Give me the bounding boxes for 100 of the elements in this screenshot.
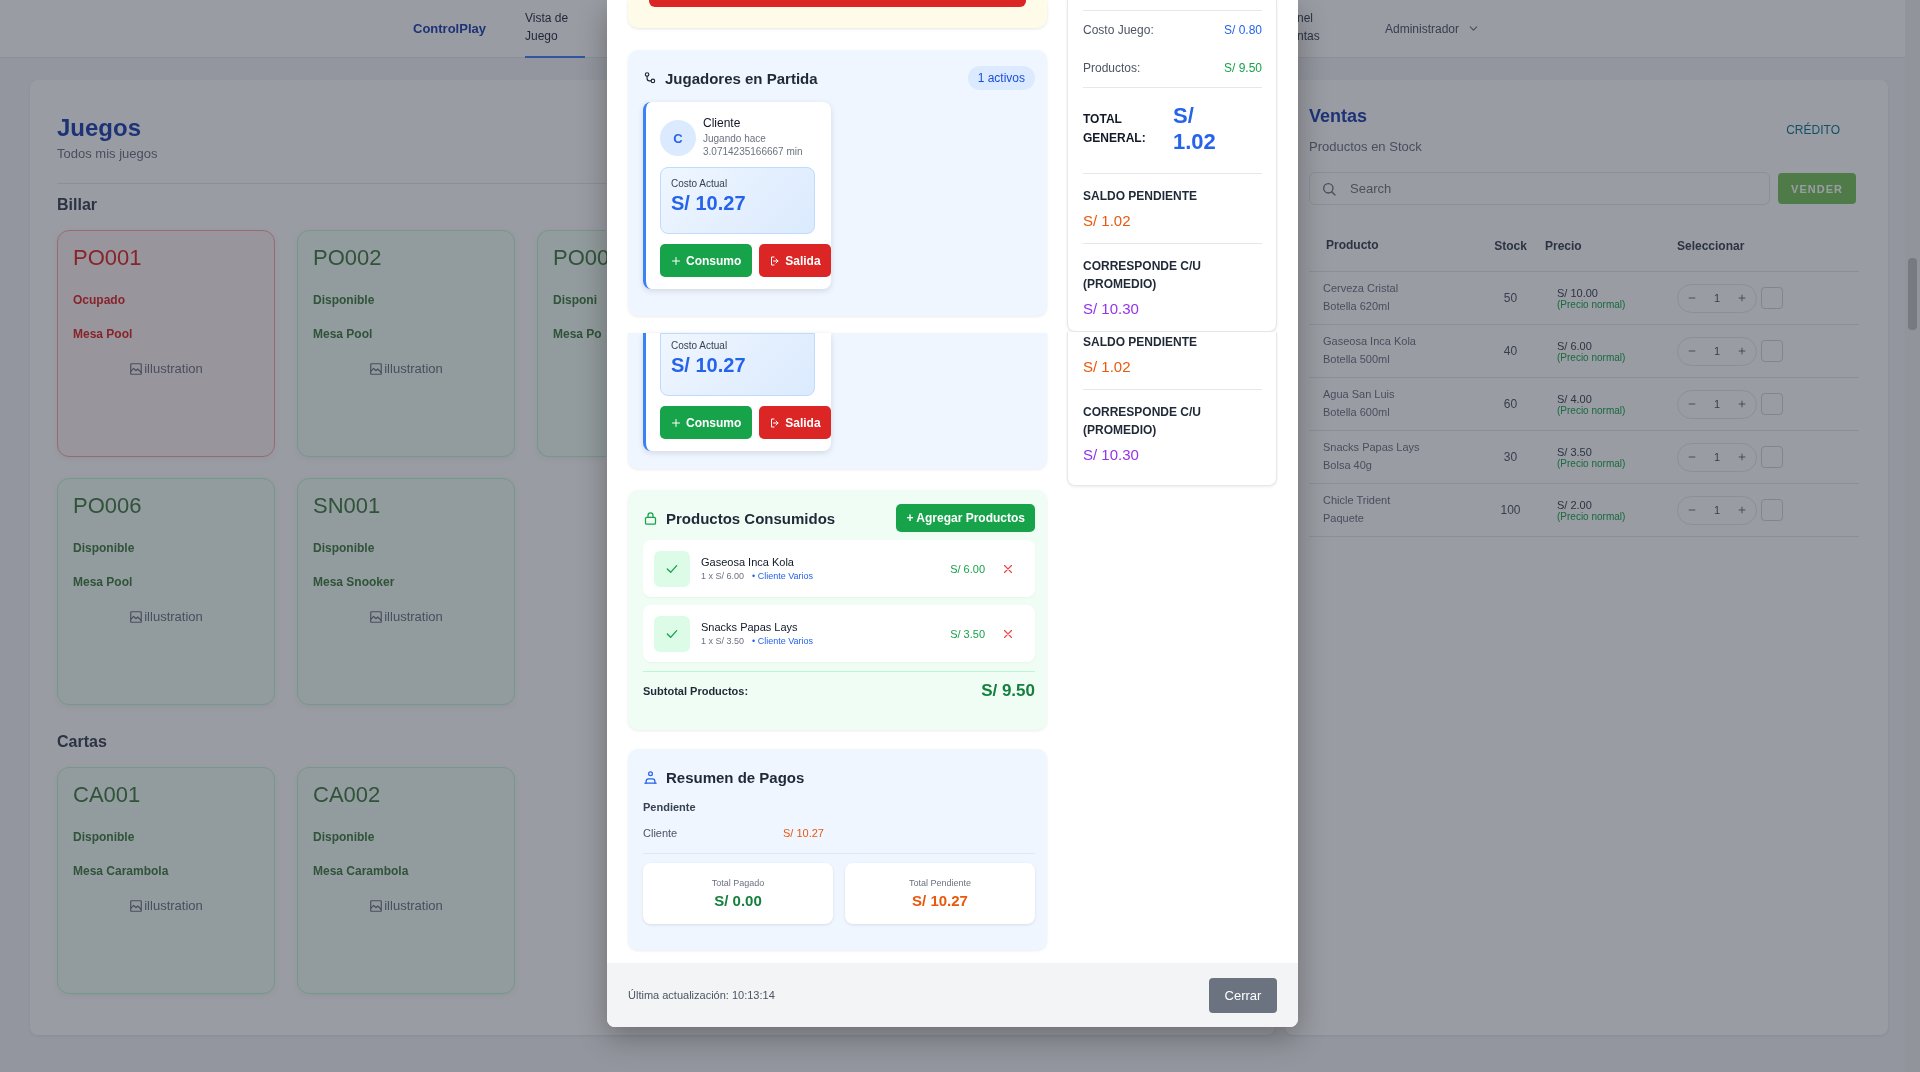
credit-link[interactable]: CRÉDITO <box>1786 123 1840 137</box>
price-note: (Precio normal) <box>1556 510 1627 522</box>
section-title: Jugadores en Partida <box>665 69 818 87</box>
summary-label: Productos: <box>1083 61 1141 75</box>
summary-value: S/ 1.02 <box>1083 358 1132 376</box>
cost-label: Costo Actual <box>671 340 729 351</box>
table-type: Mesa Carambola <box>313 864 410 878</box>
plus-icon[interactable] <box>1737 452 1747 462</box>
table-type: Mesa Po <box>553 327 603 341</box>
plus-icon[interactable] <box>1737 505 1747 515</box>
table-card[interactable]: PO00 Disponi Mesa Po <box>537 230 606 457</box>
table-type: Mesa Pool <box>313 327 374 341</box>
select-checkbox[interactable] <box>1761 393 1783 415</box>
user-menu[interactable]: Administrador <box>1384 21 1459 36</box>
brand-name[interactable]: ControlPlay <box>413 21 486 36</box>
select-checkbox[interactable] <box>1761 287 1783 309</box>
product-cell: Agua San Luis Botella 600ml <box>1309 377 1477 431</box>
summary-value: S/ 1.02 <box>1083 212 1132 230</box>
panel-subtitle: Productos en Stock <box>1309 139 1422 154</box>
product-cell: Gaseosa Inca Kola Botella 500ml <box>1309 324 1477 378</box>
table-code: PO002 <box>313 245 383 271</box>
subtotal-label: Subtotal Productos: <box>643 685 749 697</box>
consume-button[interactable]: Consumo <box>660 244 753 277</box>
broken-image: illustration <box>313 898 499 913</box>
price-note: (Precio normal) <box>1556 351 1627 363</box>
player-name: Cliente <box>703 116 742 130</box>
exit-button[interactable]: Salida <box>759 244 831 277</box>
section-heading: Cartas <box>57 733 107 751</box>
payer-name: Cliente <box>643 827 679 839</box>
client-link[interactable]: • Cliente Varios <box>752 635 814 646</box>
consume-button[interactable]: Consumo <box>660 406 753 439</box>
client-link[interactable]: • Cliente Varios <box>752 570 814 581</box>
bag-icon <box>643 510 658 526</box>
summary-value: S/ 10.30 <box>1083 446 1140 464</box>
page-subtitle: Todos mis juegos <box>57 146 158 161</box>
table-code: SN001 <box>313 493 382 519</box>
table-card[interactable]: SN001 Disponible Mesa Snooker illustration <box>297 478 515 705</box>
quantity-price: 1 x S/ 3.50 <box>701 635 745 646</box>
nav-link[interactable]: Vista de Juego <box>524 0 585 58</box>
product-cell: Chicle Trident Paquete <box>1309 483 1477 537</box>
table-card[interactable]: PO006 Disponible Mesa Pool illustration <box>57 478 275 705</box>
table-card[interactable]: PO002 Disponible Mesa Pool illustration <box>297 230 515 457</box>
plus-icon[interactable] <box>1737 293 1747 303</box>
exit-button[interactable]: Salida <box>759 406 831 439</box>
product-cell: Snacks Papas Lays Bolsa 40g <box>1309 430 1477 484</box>
price-note: (Precio normal) <box>1556 298 1627 310</box>
product-name: Gaseosa Inca Kola <box>701 555 795 568</box>
table-code: PO006 <box>73 493 143 519</box>
price-text: S/ 3.50 <box>1556 445 1593 458</box>
table-status: Disponi <box>553 293 598 307</box>
price-text: S/ 2.00 <box>1556 498 1593 511</box>
table-code: CA001 <box>73 782 142 808</box>
table-code: PO001 <box>73 245 143 271</box>
table-card[interactable]: CA001 Disponible Mesa Carambola illustration <box>57 767 275 994</box>
scrollbar-thumb[interactable] <box>1908 258 1917 330</box>
table-status: Disponible <box>73 830 136 844</box>
section-title: Productos Consumidos <box>666 509 836 527</box>
table-card[interactable]: CA002 Disponible Mesa Carambola illustration <box>297 767 515 994</box>
total-label: Total Pagado <box>711 878 765 888</box>
broken-image-icon <box>129 361 144 376</box>
payer-amount: S/ 10.27 <box>783 827 824 839</box>
cost-value: S/ 10.27 <box>671 192 747 215</box>
summary-label: Costo Juego: <box>1083 23 1154 37</box>
product-name: Snacks Papas Lays <box>701 620 799 633</box>
broken-image: illustration <box>73 609 259 624</box>
search-field[interactable]: Search <box>1309 172 1770 205</box>
total-value: S/ 1.02 <box>1173 103 1217 156</box>
table-status: Disponible <box>313 541 376 555</box>
payment-icon <box>643 769 658 785</box>
select-checkbox[interactable] <box>1761 446 1783 468</box>
group-label: Pendiente <box>643 801 697 813</box>
select-checkbox[interactable] <box>1761 340 1783 362</box>
total-value: S/ 10.27 <box>912 892 968 909</box>
product-total: S/ 3.50 <box>950 627 985 640</box>
select-checkbox[interactable] <box>1761 499 1783 521</box>
panel-title: Ventas <box>1309 106 1369 127</box>
close-button[interactable]: Cerrar <box>1209 977 1277 1013</box>
table-card[interactable]: PO001 Ocupado Mesa Pool illustration <box>57 230 275 457</box>
broken-image: illustration <box>73 361 259 376</box>
column-header: Precio <box>1544 221 1676 272</box>
table-status: Disponible <box>73 541 136 555</box>
broken-image-icon <box>129 898 144 913</box>
broken-image-icon <box>369 361 384 376</box>
product-total: S/ 6.00 <box>950 562 985 575</box>
broken-image: illustration <box>313 609 499 624</box>
avatar: C <box>660 120 696 156</box>
summary-label: SALDO PENDIENTE <box>1083 187 1198 205</box>
cut-off-button[interactable] <box>649 0 1026 7</box>
stock-cell: 40 <box>1477 324 1544 378</box>
add-products-button[interactable]: + Agregar Productos <box>896 504 1035 532</box>
column-header: Seleccionar <box>1676 221 1859 272</box>
table-type: Mesa Carambola <box>73 864 170 878</box>
table-code: PO00 <box>553 245 606 271</box>
column-header: Stock <box>1477 221 1544 272</box>
plus-icon[interactable] <box>1737 399 1747 409</box>
plus-icon[interactable] <box>1737 346 1747 356</box>
nav-link[interactable]: nel ntas <box>1296 0 1327 58</box>
price-text: S/ 6.00 <box>1556 339 1593 352</box>
broken-image-icon <box>369 609 384 624</box>
table-status: Ocupado <box>73 293 126 307</box>
